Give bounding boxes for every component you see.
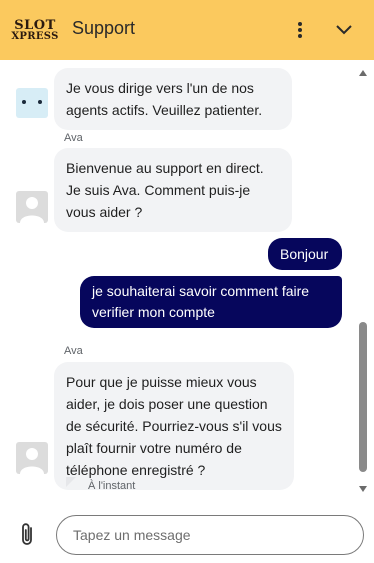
chat-header: SLOT XPRESS Support [0,0,374,60]
sender-name: Ava [64,345,83,357]
message-list[interactable]: Je vous dirige vers l'un de nos agents a… [0,60,374,500]
avatar [16,442,48,474]
scroll-up-arrow-icon[interactable] [359,70,367,76]
agent-message: Bienvenue au support en direct. Je suis … [54,148,292,232]
chat-title: Support [72,18,136,38]
scroll-thumb[interactable] [359,322,367,472]
chevron-down-icon [336,25,352,35]
attach-button[interactable] [18,522,38,548]
more-vertical-icon [298,22,302,38]
avatar [16,191,48,223]
message-tail [66,477,76,487]
minimize-button[interactable] [330,16,358,44]
user-placeholder-icon [20,448,44,474]
sender-name: Ava [64,132,83,144]
user-message: je souhaiterai savoir comment faire veri… [80,276,342,328]
user-message: Bonjour [268,238,342,270]
composer [0,500,374,563]
scrollbar[interactable] [357,66,369,496]
brand-logo: SLOT XPRESS [11,14,59,46]
logo-line2: XPRESS [11,30,59,42]
paperclip-icon [22,523,32,545]
logo-line1: SLOT [14,17,56,33]
message-input[interactable] [56,515,364,555]
bot-avatar [16,88,48,118]
agent-message: Pour que je puisse mieux vous aider, je … [54,362,294,490]
more-options-button[interactable] [288,16,312,44]
user-placeholder-icon [20,197,44,223]
scroll-down-arrow-icon[interactable] [359,486,367,492]
message-timestamp: À l'instant [88,480,136,492]
bot-message: Je vous dirige vers l'un de nos agents a… [54,68,292,130]
